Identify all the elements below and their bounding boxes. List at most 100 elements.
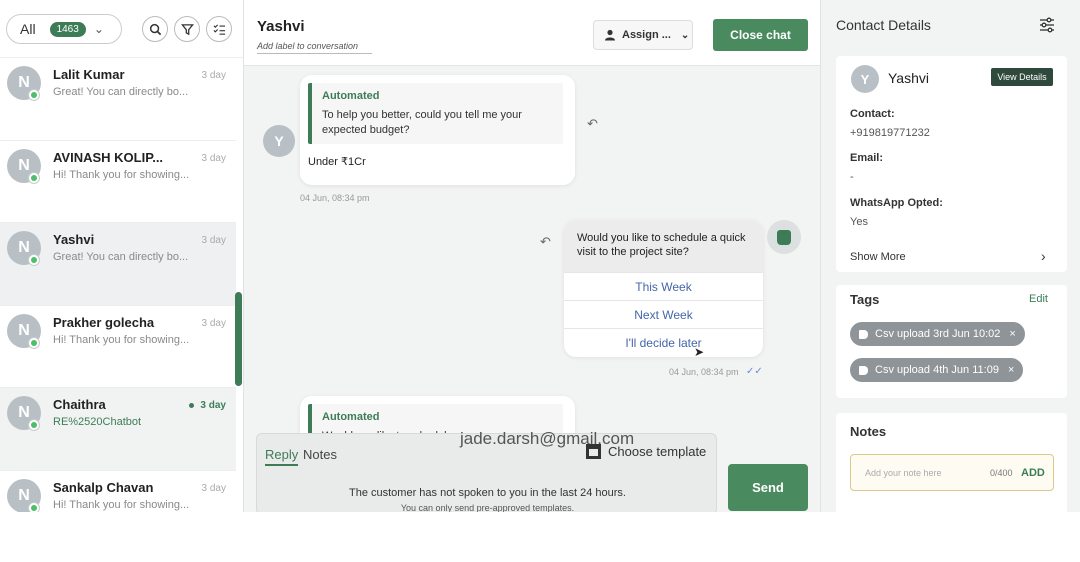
view-details-button[interactable]: View Details: [991, 68, 1053, 86]
whatsapp-icon: [28, 336, 40, 349]
tab-notes[interactable]: Notes: [303, 447, 337, 462]
chevron-right-icon[interactable]: ›: [1041, 248, 1046, 264]
whatsapp-icon: [28, 419, 40, 431]
conversation-row-active[interactable]: N Yashvi Great! You can directly bo... 3…: [0, 223, 236, 306]
note-char-counter: 0/400: [990, 468, 1013, 478]
whatsapp-icon: [28, 501, 40, 512]
tag-icon: [859, 329, 868, 339]
reply-icon[interactable]: ↶: [540, 234, 551, 250]
note-input[interactable]: Add your note here 0/400 ADD: [850, 454, 1054, 491]
conversation-row[interactable]: N Sankalp Chavan Hi! Thank you for showi…: [0, 471, 236, 512]
template-warning: The customer has not spoken to you in th…: [349, 487, 626, 499]
conversation-panel: All 1463 ⌄ N Lalit Kumar Great! You can …: [0, 0, 244, 512]
tag-label: Csv upload 4th Jun 11:09: [875, 364, 999, 376]
template-warning-sub: You can only send pre-approved templates…: [400, 503, 575, 512]
message-timestamp: 04 Jun, 08:34 pm: [669, 367, 739, 377]
bulk-select-button[interactable]: [206, 16, 232, 42]
assign-label: Assign ...: [622, 29, 671, 41]
contact-details-panel: Contact Details Y Yashvi View Details Co…: [820, 0, 1080, 512]
conversation-time: 3 day: [201, 70, 226, 81]
chat-header: Yashvi Add label to conversation Assign …: [244, 0, 820, 66]
tag-label: Csv upload 3rd Jun 10:02: [875, 328, 1001, 340]
message-preview: Hi! Thank you for showing...: [53, 333, 190, 346]
search-button[interactable]: [142, 16, 168, 42]
email-label: Email:: [850, 152, 884, 164]
whatsapp-icon: [28, 89, 40, 101]
message-timestamp: 04 Jun, 08:34 pm: [300, 193, 370, 203]
conversation-row[interactable]: N Lalit Kumar Great! You can directly bo…: [0, 58, 236, 141]
choose-template-button[interactable]: Choose template: [586, 444, 706, 459]
quoted-header: Automated: [322, 90, 380, 102]
contact-value: +919819771232: [850, 127, 930, 139]
message-preview: RE%2520Chatbot: [53, 416, 142, 428]
conversation-time: 3 day: [201, 235, 226, 246]
conversation-count-badge: 1463: [49, 21, 86, 37]
contact-name: Yashvi: [888, 70, 929, 86]
message-preview: Hi! Thank you for showing...: [53, 498, 190, 511]
contact-name: Sankalp Chavan: [53, 479, 154, 495]
tab-reply[interactable]: Reply: [265, 447, 299, 466]
avatar: Y: [851, 65, 879, 93]
whatsapp-opted-value: Yes: [850, 216, 868, 228]
filter-icon: [180, 23, 194, 35]
avatar: Y: [263, 125, 295, 157]
chat-panel: Yashvi Add label to conversation Assign …: [244, 0, 820, 512]
quick-reply-option[interactable]: This Week: [564, 272, 763, 300]
edit-tags-link[interactable]: Edit: [1029, 293, 1048, 305]
filter-label: All: [20, 21, 36, 37]
panel-title: Contact Details: [836, 17, 931, 33]
quoted-header: Automated: [322, 411, 380, 423]
close-chat-button[interactable]: Close chat: [713, 19, 808, 51]
mouse-cursor-icon: ➤: [694, 345, 705, 359]
contact-name: Prakher golecha: [53, 314, 155, 330]
message-text: Under ₹1Cr: [308, 156, 366, 168]
message-preview: Great! You can directly bo...: [53, 251, 189, 263]
tags-card: Tags Edit Csv upload 3rd Jun 10:02 × Csv…: [836, 285, 1067, 398]
conversation-row[interactable]: N AVINASH KOLIP... Hi! Thank you for sho…: [0, 141, 236, 223]
conversation-time: 3 day: [201, 317, 226, 329]
conversation-scrollbar[interactable]: [235, 292, 242, 386]
bot-avatar: [767, 220, 801, 254]
chevron-down-icon: ⌄: [680, 29, 690, 41]
conversation-time: 3 day: [201, 152, 226, 164]
whatsapp-icon: [28, 171, 40, 184]
settings-sliders-icon[interactable]: [1039, 17, 1055, 33]
choose-template-label: Choose template: [608, 444, 707, 459]
tag-chip: Csv upload 4th Jun 11:09 ×: [850, 358, 1024, 382]
notes-card: Notes Add your note here 0/400 ADD: [836, 413, 1067, 512]
filter-button[interactable]: [174, 16, 200, 42]
assign-dropdown[interactable]: Assign ... ⌄: [593, 20, 693, 50]
add-note-button[interactable]: ADD: [1021, 467, 1045, 479]
add-label-input[interactable]: Add label to conversation: [257, 41, 372, 54]
whatsapp-icon: [28, 254, 40, 266]
contact-name: Lalit Kumar: [53, 67, 125, 82]
incoming-message: Automated To help you better, could you …: [300, 75, 575, 185]
message-composer: Reply Notes jade.darsh@gmail.com Choose …: [256, 429, 717, 512]
tags-title: Tags: [850, 292, 880, 307]
quoted-text: To help you better, could you tell me yo…: [322, 109, 522, 136]
conversation-time: 3 day: [201, 482, 226, 494]
remove-tag-icon[interactable]: ×: [1008, 364, 1014, 376]
quick-reply-option[interactable]: Next Week: [564, 300, 763, 328]
contact-name: Chaithra: [53, 397, 106, 412]
remove-tag-icon[interactable]: ×: [1009, 328, 1015, 340]
quick-reply-option[interactable]: I'll decide later: [564, 328, 763, 356]
conversation-list: N Lalit Kumar Great! You can directly bo…: [0, 58, 236, 512]
user-icon: [605, 29, 615, 41]
show-more-link[interactable]: Show More: [850, 251, 906, 263]
message-preview: Hi! Thank you for showing...: [53, 168, 190, 181]
notes-title: Notes: [850, 424, 887, 439]
message-text: Would you like to schedule a quick visit…: [564, 220, 763, 272]
conversation-row[interactable]: N Prakher golecha Hi! Thank you for show…: [0, 306, 236, 388]
chevron-down-icon: ⌄: [93, 22, 104, 36]
send-button[interactable]: Send: [728, 464, 808, 511]
conversation-filter-dropdown[interactable]: All 1463 ⌄: [6, 14, 122, 44]
conversation-row-unread[interactable]: N Chaithra RE%2520Chatbot 3 day: [0, 388, 236, 471]
reply-icon[interactable]: ↶: [587, 116, 598, 132]
contact-card: Y Yashvi View Details Contact: +91981977…: [836, 56, 1067, 272]
template-icon: [586, 444, 601, 459]
search-icon: [149, 23, 161, 35]
whatsapp-opted-label: WhatsApp Opted:: [850, 197, 943, 209]
contact-name: Yashvi: [53, 232, 95, 247]
email-value: -: [850, 171, 854, 183]
